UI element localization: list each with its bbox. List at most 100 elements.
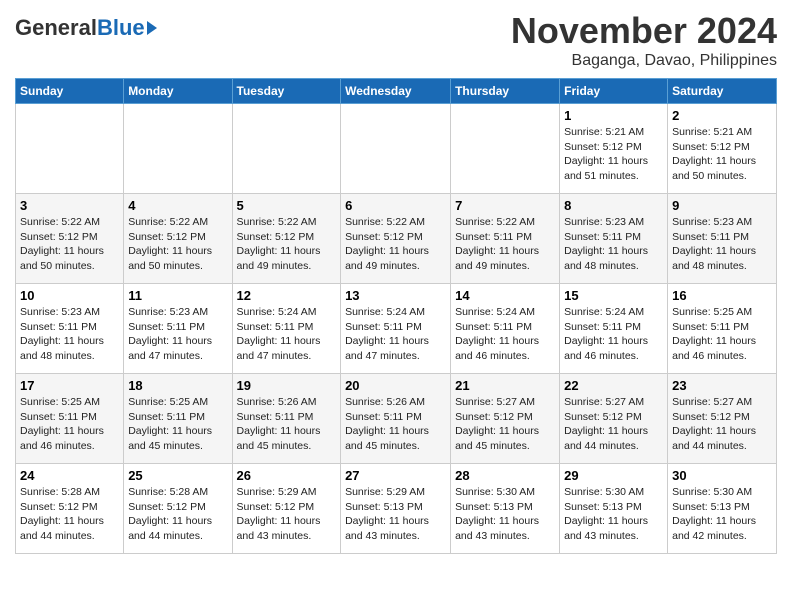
column-header-friday: Friday xyxy=(560,79,668,104)
day-info: Sunrise: 5:22 AMSunset: 5:12 PMDaylight:… xyxy=(20,215,119,274)
day-info: Sunrise: 5:24 AMSunset: 5:11 PMDaylight:… xyxy=(345,305,446,364)
page-subtitle: Baganga, Davao, Philippines xyxy=(511,52,777,70)
calendar-cell: 20Sunrise: 5:26 AMSunset: 5:11 PMDayligh… xyxy=(341,374,451,464)
day-number: 23 xyxy=(672,378,772,393)
day-number: 17 xyxy=(20,378,119,393)
day-number: 20 xyxy=(345,378,446,393)
logo: General Blue xyxy=(15,15,157,41)
calendar-body: 1 Sunrise: 5:21 AMSunset: 5:12 PMDaylight… xyxy=(16,104,777,554)
calendar-cell: 3 Sunrise: 5:22 AMSunset: 5:12 PMDaylight… xyxy=(16,194,124,284)
calendar-header: SundayMondayTuesdayWednesdayThursdayFrid… xyxy=(16,79,777,104)
day-number: 10 xyxy=(20,288,119,303)
calendar-cell: 21Sunrise: 5:27 AMSunset: 5:12 PMDayligh… xyxy=(451,374,560,464)
calendar-cell: 24 Sunrise: 5:28 AMSunset: 5:12 PMDayligh… xyxy=(16,464,124,554)
calendar-cell: 13Sunrise: 5:24 AMSunset: 5:11 PMDayligh… xyxy=(341,284,451,374)
logo-blue: Blue xyxy=(97,15,145,41)
day-number: 28 xyxy=(455,468,555,483)
day-number: 7 xyxy=(455,198,555,213)
column-header-monday: Monday xyxy=(124,79,232,104)
day-number: 19 xyxy=(237,378,337,393)
week-row-4: 17 Sunrise: 5:25 AMSunset: 5:11 PMDayligh… xyxy=(16,374,777,464)
week-row-5: 24 Sunrise: 5:28 AMSunset: 5:12 PMDayligh… xyxy=(16,464,777,554)
calendar-cell: 10 Sunrise: 5:23 AMSunset: 5:11 PMDayligh… xyxy=(16,284,124,374)
column-header-saturday: Saturday xyxy=(668,79,777,104)
calendar-cell xyxy=(232,104,341,194)
day-info: Sunrise: 5:22 AMSunset: 5:12 PMDaylight:… xyxy=(128,215,227,274)
day-info: Sunrise: 5:27 AMSunset: 5:12 PMDaylight:… xyxy=(564,395,663,454)
calendar-cell: 14 Sunrise: 5:24 AMSunset: 5:11 PMDayligh… xyxy=(451,284,560,374)
calendar-cell xyxy=(16,104,124,194)
calendar-cell: 25 Sunrise: 5:28 AMSunset: 5:12 PMDayligh… xyxy=(124,464,232,554)
column-header-tuesday: Tuesday xyxy=(232,79,341,104)
day-number: 14 xyxy=(455,288,555,303)
calendar-cell xyxy=(341,104,451,194)
page-title: November 2024 xyxy=(511,10,777,52)
day-info: Sunrise: 5:21 AMSunset: 5:12 PMDaylight:… xyxy=(672,125,772,184)
day-info: Sunrise: 5:26 AMSunset: 5:11 PMDaylight:… xyxy=(237,395,337,454)
week-row-3: 10 Sunrise: 5:23 AMSunset: 5:11 PMDayligh… xyxy=(16,284,777,374)
day-info: Sunrise: 5:28 AMSunset: 5:12 PMDaylight:… xyxy=(20,485,119,544)
calendar-cell: 23 Sunrise: 5:27 AMSunset: 5:12 PMDayligh… xyxy=(668,374,777,464)
day-number: 4 xyxy=(128,198,227,213)
day-info: Sunrise: 5:30 AMSunset: 5:13 PMDaylight:… xyxy=(455,485,555,544)
day-number: 8 xyxy=(564,198,663,213)
day-info: Sunrise: 5:21 AMSunset: 5:12 PMDaylight:… xyxy=(564,125,663,184)
day-info: Sunrise: 5:28 AMSunset: 5:12 PMDaylight:… xyxy=(128,485,227,544)
day-number: 6 xyxy=(345,198,446,213)
page-header: General Blue November 2024 Baganga, Dava… xyxy=(15,10,777,70)
day-number: 29 xyxy=(564,468,663,483)
day-info: Sunrise: 5:24 AMSunset: 5:11 PMDaylight:… xyxy=(455,305,555,364)
day-number: 30 xyxy=(672,468,772,483)
day-number: 27 xyxy=(345,468,446,483)
calendar-cell: 12Sunrise: 5:24 AMSunset: 5:11 PMDayligh… xyxy=(232,284,341,374)
calendar-cell: 6Sunrise: 5:22 AMSunset: 5:12 PMDaylight… xyxy=(341,194,451,284)
calendar-cell: 15Sunrise: 5:24 AMSunset: 5:11 PMDayligh… xyxy=(560,284,668,374)
day-number: 11 xyxy=(128,288,227,303)
calendar-cell: 26 Sunrise: 5:29 AMSunset: 5:12 PMDayligh… xyxy=(232,464,341,554)
day-info: Sunrise: 5:23 AMSunset: 5:11 PMDaylight:… xyxy=(20,305,119,364)
day-number: 18 xyxy=(128,378,227,393)
calendar-cell: 5Sunrise: 5:22 AMSunset: 5:12 PMDaylight… xyxy=(232,194,341,284)
calendar-cell: 8 Sunrise: 5:23 AMSunset: 5:11 PMDaylight… xyxy=(560,194,668,284)
day-info: Sunrise: 5:22 AMSunset: 5:11 PMDaylight:… xyxy=(455,215,555,274)
day-number: 24 xyxy=(20,468,119,483)
calendar-cell: 7 Sunrise: 5:22 AMSunset: 5:11 PMDaylight… xyxy=(451,194,560,284)
day-info: Sunrise: 5:25 AMSunset: 5:11 PMDaylight:… xyxy=(128,395,227,454)
day-info: Sunrise: 5:30 AMSunset: 5:13 PMDaylight:… xyxy=(564,485,663,544)
calendar-cell: 2 Sunrise: 5:21 AMSunset: 5:12 PMDaylight… xyxy=(668,104,777,194)
day-info: Sunrise: 5:22 AMSunset: 5:12 PMDaylight:… xyxy=(237,215,337,274)
day-info: Sunrise: 5:24 AMSunset: 5:11 PMDaylight:… xyxy=(237,305,337,364)
calendar-cell: 4 Sunrise: 5:22 AMSunset: 5:12 PMDaylight… xyxy=(124,194,232,284)
day-number: 2 xyxy=(672,108,772,123)
day-number: 15 xyxy=(564,288,663,303)
calendar-cell: 19 Sunrise: 5:26 AMSunset: 5:11 PMDayligh… xyxy=(232,374,341,464)
logo-general: General xyxy=(15,15,97,41)
calendar-cell: 11Sunrise: 5:23 AMSunset: 5:11 PMDayligh… xyxy=(124,284,232,374)
calendar-cell: 16 Sunrise: 5:25 AMSunset: 5:11 PMDayligh… xyxy=(668,284,777,374)
day-number: 22 xyxy=(564,378,663,393)
day-number: 21 xyxy=(455,378,555,393)
title-block: November 2024 Baganga, Davao, Philippine… xyxy=(511,10,777,70)
day-number: 3 xyxy=(20,198,119,213)
day-info: Sunrise: 5:29 AMSunset: 5:13 PMDaylight:… xyxy=(345,485,446,544)
calendar-cell: 9Sunrise: 5:23 AMSunset: 5:11 PMDaylight… xyxy=(668,194,777,284)
day-number: 25 xyxy=(128,468,227,483)
column-header-thursday: Thursday xyxy=(451,79,560,104)
day-info: Sunrise: 5:25 AMSunset: 5:11 PMDaylight:… xyxy=(672,305,772,364)
calendar-cell: 27 Sunrise: 5:29 AMSunset: 5:13 PMDayligh… xyxy=(341,464,451,554)
week-row-2: 3 Sunrise: 5:22 AMSunset: 5:12 PMDaylight… xyxy=(16,194,777,284)
calendar-cell: 29 Sunrise: 5:30 AMSunset: 5:13 PMDayligh… xyxy=(560,464,668,554)
calendar-cell: 30Sunrise: 5:30 AMSunset: 5:13 PMDayligh… xyxy=(668,464,777,554)
column-header-wednesday: Wednesday xyxy=(341,79,451,104)
header-row: SundayMondayTuesdayWednesdayThursdayFrid… xyxy=(16,79,777,104)
calendar-cell xyxy=(124,104,232,194)
day-info: Sunrise: 5:29 AMSunset: 5:12 PMDaylight:… xyxy=(237,485,337,544)
day-info: Sunrise: 5:27 AMSunset: 5:12 PMDaylight:… xyxy=(672,395,772,454)
day-info: Sunrise: 5:23 AMSunset: 5:11 PMDaylight:… xyxy=(564,215,663,274)
day-number: 26 xyxy=(237,468,337,483)
day-info: Sunrise: 5:25 AMSunset: 5:11 PMDaylight:… xyxy=(20,395,119,454)
day-number: 16 xyxy=(672,288,772,303)
day-number: 1 xyxy=(564,108,663,123)
week-row-1: 1 Sunrise: 5:21 AMSunset: 5:12 PMDaylight… xyxy=(16,104,777,194)
calendar-cell: 28 Sunrise: 5:30 AMSunset: 5:13 PMDayligh… xyxy=(451,464,560,554)
